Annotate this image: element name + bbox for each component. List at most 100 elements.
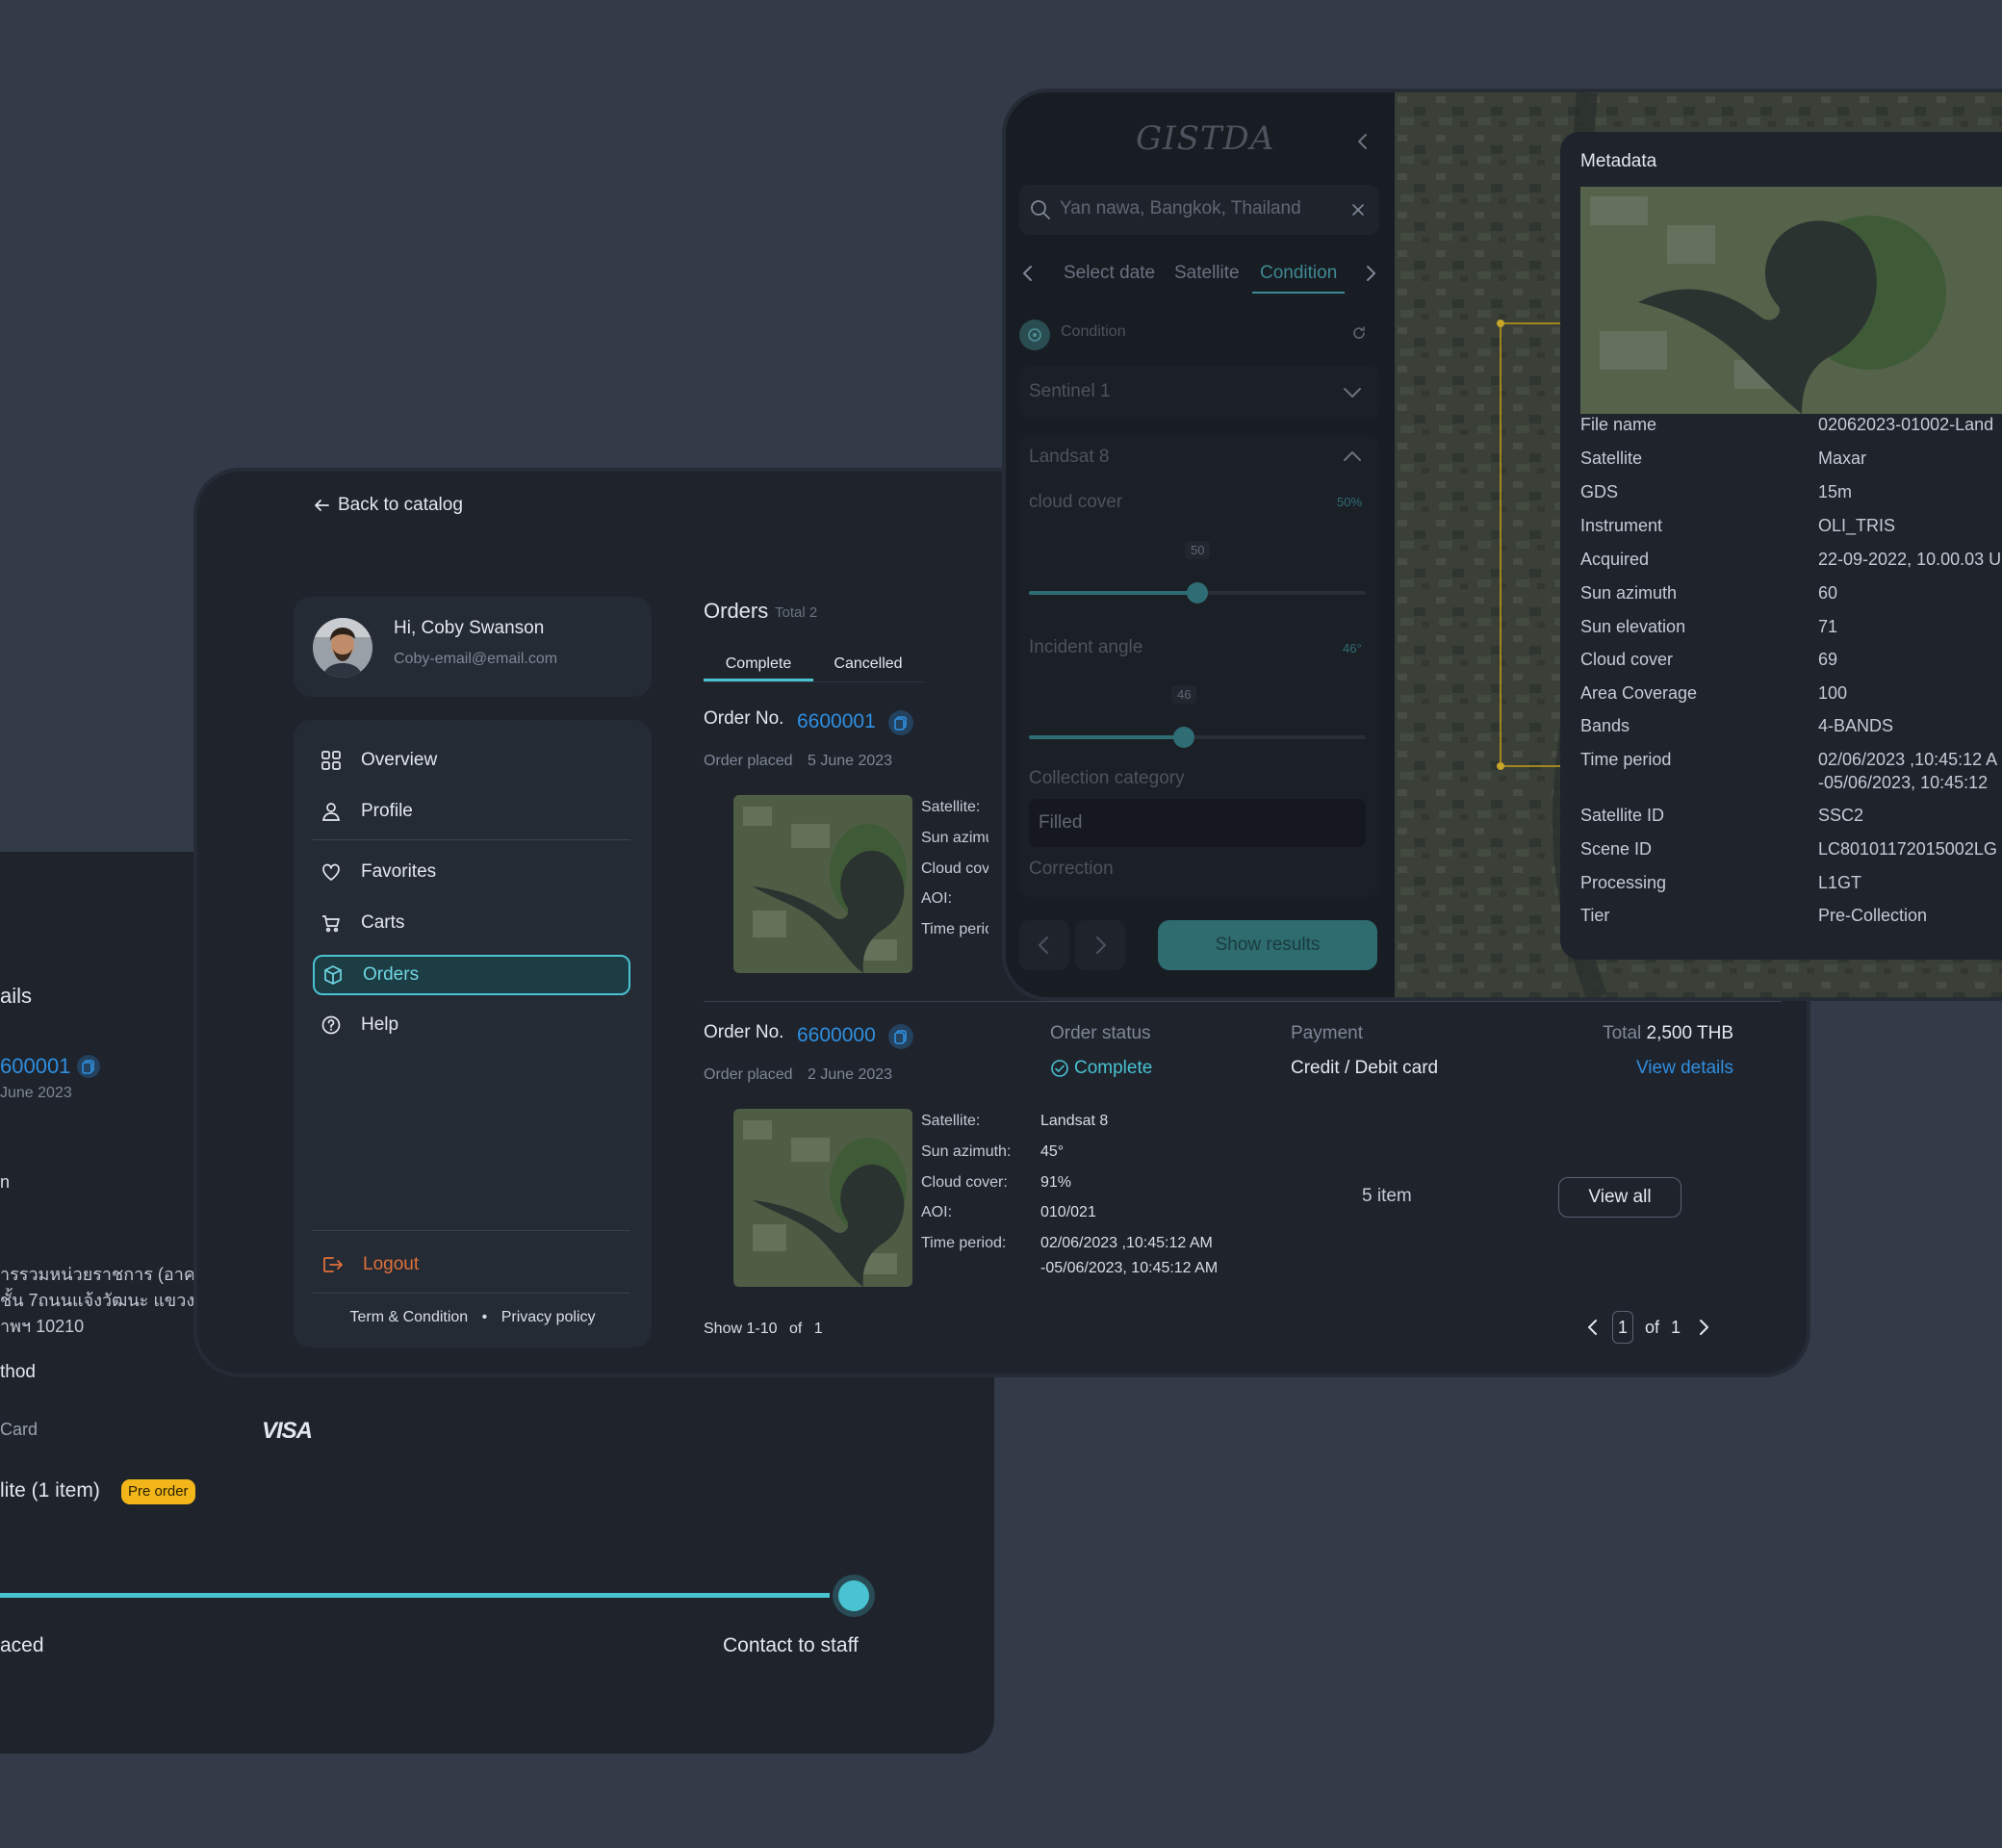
show-results-button[interactable]: Show results [1158,920,1377,970]
satellite-value: Landsat 8 [1040,1113,1109,1129]
view-all-button[interactable]: View all [1558,1177,1681,1218]
payment-label: Payment [1291,1023,1363,1043]
metadata-key: GDS [1580,482,1619,501]
tab-prev-icon[interactable] [1019,263,1037,284]
tab-select-date[interactable]: Select date [1064,263,1155,284]
satellite-thumbnail[interactable] [733,1109,912,1287]
slider-handle[interactable] [1173,727,1194,748]
tab-cancelled[interactable]: Cancelled [813,649,923,681]
slider-handle[interactable] [1187,582,1208,603]
payment-method: Credit / Debit card [1291,1058,1439,1078]
order-number-link[interactable]: 6600000 [797,1024,876,1047]
copy-icon[interactable] [888,1024,913,1049]
user-greeting: Hi, Coby Swanson [394,618,545,638]
orders-total: Total 2 [775,604,818,621]
order-status-label: Order status [1050,1023,1151,1043]
sidebar-item-orders[interactable]: Orders [313,955,630,995]
order1-time-period-label: Time period: [921,921,988,937]
prev-button[interactable] [1019,920,1069,970]
section-title: ails [0,984,33,1008]
logout-button[interactable]: Logout [313,1245,630,1284]
detail-fragment: n [0,1172,11,1192]
tab-satellite[interactable]: Satellite [1174,263,1240,284]
metadata-value: LC80101172015002LG [1818,839,1997,859]
address-line-3: าพฯ 10210 [0,1317,85,1336]
chevron-up-icon[interactable] [1341,447,1364,466]
collection-category-label: Collection category [1029,768,1185,788]
aoi-label: AOI: [921,1204,953,1220]
metadata-key: Processing [1580,873,1667,892]
terms-link[interactable]: Term & Condition [349,1309,468,1325]
item-count: 5 item [1362,1186,1412,1206]
search-input[interactable]: Yan nawa, Bangkok, Thailand [1019,185,1379,235]
time-period-end: -05/06/2023, 10:45:12 AM [1040,1260,1219,1276]
metadata-value: OLI_TRIS [1818,516,1896,535]
tab-condition[interactable]: Condition [1252,263,1346,294]
cloud-cover-tooltip: 50 [1185,541,1211,559]
sidebar-item-label: Overview [361,750,438,770]
clear-icon[interactable] [1350,202,1366,218]
collapse-chevron-icon[interactable] [1352,131,1373,152]
sidebar-item-label: Carts [361,912,405,933]
metadata-value: SSC2 [1818,806,1864,825]
avatar[interactable] [313,618,372,678]
copy-icon[interactable] [77,1055,100,1078]
sidebar-item-carts[interactable]: Carts [313,904,630,942]
metadata-key: Satellite ID [1580,806,1665,825]
cloud-cover-value: 91% [1040,1174,1072,1191]
tab-next-icon[interactable] [1362,263,1379,284]
item-title: lite (1 item) [0,1479,100,1502]
cloud-cover-slider[interactable] [1029,582,1366,603]
sentinel-dropdown[interactable]: Sentinel 1 [1019,366,1379,420]
order1-aoi-label: AOI: [921,890,953,907]
footer-separator: • [481,1309,488,1325]
metadata-key: Scene ID [1580,839,1653,859]
sidebar-item-profile[interactable]: Profile [313,792,630,831]
next-button[interactable] [1075,920,1125,970]
progress-step-dot [838,1580,869,1611]
user-card: Hi, Coby Swanson Coby-email@email.com [294,597,652,697]
satellite-thumbnail[interactable] [733,795,912,973]
footer-links: Term & Condition • Privacy policy [294,1309,652,1326]
logout-icon [323,1257,343,1272]
address-line-1: ารรวมหน่วยราชการ (อาคารร [0,1265,224,1284]
sidebar-item-overview[interactable]: Overview [313,741,630,780]
order-number-link[interactable]: 6600001 [797,710,876,733]
copy-icon[interactable] [888,710,913,735]
page-input[interactable]: 1 [1612,1311,1633,1344]
sidebar-item-label: Orders [363,964,420,985]
order-no-label: Order No. [704,708,784,729]
back-to-catalog-label: Back to catalog [338,495,463,515]
chevron-left-icon[interactable] [1583,1313,1603,1342]
collection-category-select[interactable]: Filled [1029,799,1366,847]
metadata-value-cont: -05/06/2023, 10:45:12 [1818,773,1989,792]
gistda-logo: GISTDA [1136,119,1275,158]
order1-satellite-label: Satellite: [921,799,981,815]
metadata-preview-image [1580,187,2002,414]
sidebar-item-label: Help [361,1014,399,1035]
preorder-badge: Pre order [121,1479,195,1504]
back-to-catalog-link[interactable]: Back to catalog [311,495,463,516]
condition-label: Condition [1061,323,1126,340]
sidebar-item-favorites[interactable]: Favorites [313,853,630,891]
incident-angle-tooltip: 46 [1171,685,1197,704]
correction-label: Correction [1029,859,1114,879]
sidebar-item-label: Profile [361,801,413,821]
sidebar-item-help[interactable]: Help [313,1006,630,1044]
divider [704,1001,1782,1002]
privacy-link[interactable]: Privacy policy [501,1309,596,1325]
incident-angle-slider[interactable] [1029,727,1366,748]
condition-icon [1019,320,1050,350]
view-details-link[interactable]: View details [1579,1058,1733,1079]
metadata-key: Satellite [1580,449,1643,468]
order-number-link[interactable]: 600001 [0,1054,70,1079]
metadata-key: Sun azimuth [1580,583,1678,603]
reset-icon[interactable] [1349,323,1369,343]
metadata-key: Area Coverage [1580,683,1698,703]
chevron-right-icon[interactable] [1694,1313,1713,1342]
landsat-section: Landsat 8 cloud cover 50% 50 Incident an… [1019,435,1379,897]
chevron-down-icon [1344,388,1361,398]
filter-sidebar: GISTDA Yan nawa, Bangkok, Thailand Selec… [1006,92,1395,997]
landsat-label: Landsat 8 [1029,447,1110,467]
tab-complete[interactable]: Complete [704,649,813,681]
